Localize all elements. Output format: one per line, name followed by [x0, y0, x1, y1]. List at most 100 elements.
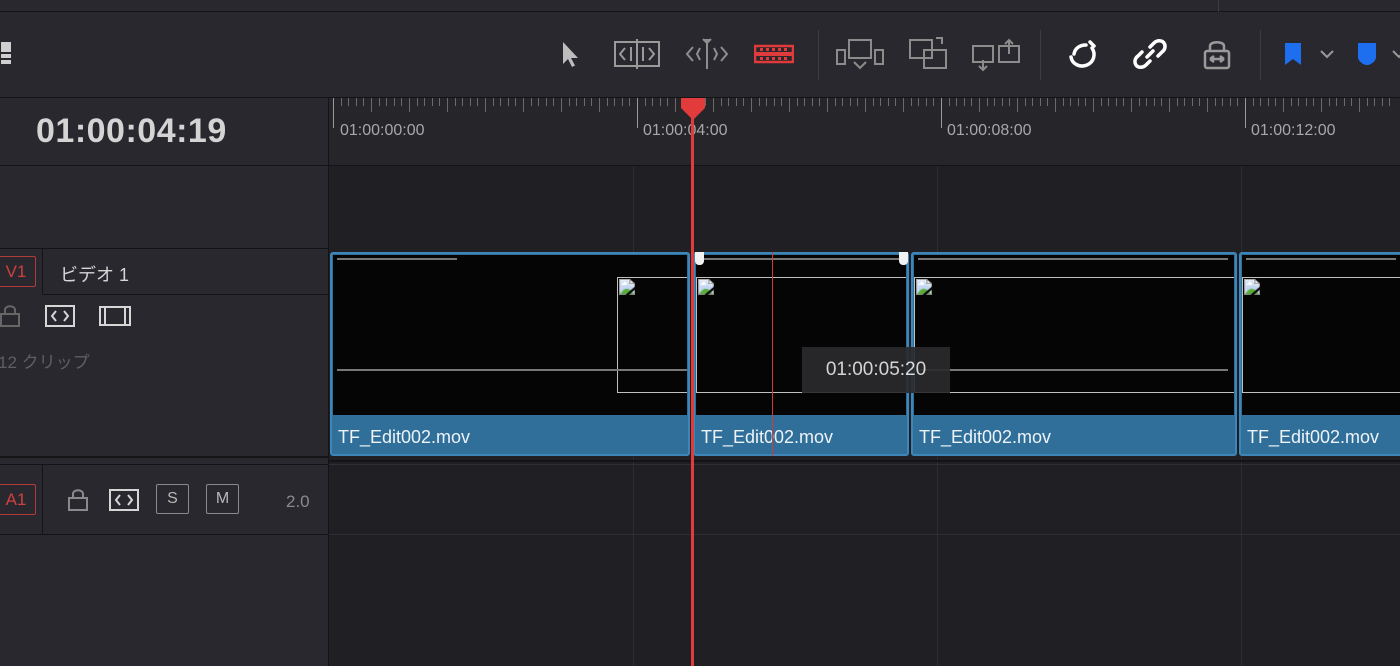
ruler-tick: [1343, 98, 1345, 106]
timeline-track-area[interactable]: TF_Edit002.mov TF_Edit002.mov TF_Edit002…: [329, 166, 1400, 666]
ruler-tick: [743, 98, 745, 106]
linked-selection-icon[interactable]: [1130, 32, 1170, 76]
snapping-magnet-icon[interactable]: [1064, 32, 1104, 76]
ruler-tick: [865, 98, 866, 112]
ruler-tick: [1055, 98, 1056, 112]
overlay-text: [918, 258, 1228, 260]
ruler-tick: [1138, 98, 1140, 106]
replace-clip-icon[interactable]: [970, 32, 1022, 76]
clip-name: TF_Edit002.mov: [701, 427, 834, 447]
mute-button[interactable]: M: [206, 484, 239, 514]
header-divider: [0, 534, 329, 535]
track-lock-icon[interactable]: [0, 304, 20, 333]
position-lock-icon[interactable]: [1198, 32, 1236, 76]
ruler-tick: [994, 98, 996, 106]
ruler-tick: [1275, 98, 1277, 106]
clip-thumbnail: [333, 255, 687, 415]
timecode-display[interactable]: 01:00:04:19: [36, 112, 227, 151]
auto-select-icon[interactable]: [44, 304, 76, 333]
clip-thumbnail: [1242, 255, 1400, 415]
ruler-tick: [933, 98, 935, 106]
ruler-tick: [1100, 98, 1102, 106]
ruler-tick: [1024, 98, 1026, 106]
flag-icon[interactable]: [1280, 32, 1306, 76]
timeline-clip[interactable]: TF_Edit002.mov: [911, 252, 1237, 456]
ruler-tick: [720, 98, 722, 106]
ruler-tick: [1290, 98, 1292, 106]
insert-clip-icon[interactable]: [834, 32, 886, 76]
timecode-tooltip: 01:00:05:20: [802, 347, 950, 393]
ruler-tick: [811, 98, 813, 106]
auto-select-icon[interactable]: [108, 488, 140, 517]
chevron-down-icon[interactable]: [1316, 32, 1338, 76]
toolbar-divider: [1040, 30, 1041, 80]
timeline-clip[interactable]: TF_Edit002.mov: [330, 252, 690, 456]
ruler-tick: [1191, 98, 1193, 106]
ruler-tick: [1032, 98, 1034, 106]
ruler-tick: [1184, 98, 1186, 106]
ruler-tick: [1115, 98, 1117, 106]
video-track-badge[interactable]: V1: [0, 256, 36, 287]
ruler-tick: [576, 98, 578, 106]
ruler-label: 01:00:12:00: [1251, 122, 1336, 139]
ruler-tick: [751, 98, 752, 112]
ruler-tick: [789, 98, 790, 112]
ruler-tick: [1359, 98, 1360, 112]
track-lock-icon[interactable]: [68, 488, 88, 517]
ruler-tick: [971, 98, 973, 106]
ruler-tick: [1351, 98, 1353, 106]
clip-thumbnail-image: [1242, 277, 1400, 393]
select-arrow-icon[interactable]: [556, 32, 584, 76]
header-divider: [42, 464, 43, 534]
playhead-handle[interactable]: [679, 96, 707, 127]
ruler-tick: [538, 98, 540, 106]
blade-position-line: [772, 252, 773, 456]
ruler-tick: [431, 98, 433, 106]
ruler-tick: [1207, 98, 1208, 112]
ruler-tick: [735, 98, 737, 106]
trim-edit-icon[interactable]: [612, 32, 662, 76]
dynamic-trim-icon[interactable]: [682, 32, 732, 76]
clip-name: TF_Edit002.mov: [338, 427, 471, 447]
overwrite-clip-icon[interactable]: [906, 32, 950, 76]
ruler-tick: [1328, 98, 1330, 106]
marker-icon[interactable]: [1354, 32, 1380, 76]
layout-icon[interactable]: [0, 32, 14, 76]
ruler-tick: [667, 98, 669, 106]
ruler-tick: [1381, 98, 1383, 106]
ruler-tick: [675, 98, 676, 112]
ruler-tick: [1077, 98, 1079, 106]
ruler-tick: [1085, 98, 1087, 106]
edit-point-handle[interactable]: [695, 252, 704, 265]
ruler-tick: [1153, 98, 1155, 106]
blade-razor-icon[interactable]: [752, 32, 796, 76]
ruler-tick: [941, 98, 942, 128]
ruler-tick: [614, 98, 616, 106]
timeline-clip[interactable]: TF_Edit002.mov: [1239, 252, 1400, 456]
ruler-tick: [842, 98, 844, 106]
chevron-down-icon[interactable]: [1390, 32, 1400, 76]
overlay-text: [700, 258, 900, 260]
ruler-tick: [804, 98, 806, 106]
ruler-tick: [386, 98, 388, 106]
edit-point-handle[interactable]: [899, 252, 908, 265]
ruler-tick: [834, 98, 836, 106]
ruler-tick: [758, 98, 760, 106]
ruler-tick: [1047, 98, 1049, 106]
ruler-tick: [393, 98, 395, 106]
video-track-name[interactable]: ビデオ 1: [60, 261, 129, 287]
solo-button[interactable]: S: [156, 484, 189, 514]
playhead-line[interactable]: [691, 106, 694, 666]
ruler-tick: [1093, 98, 1094, 112]
ruler-tick: [606, 98, 608, 106]
audio-channel-format: 2.0: [286, 492, 310, 511]
timeline-ruler[interactable]: 01:00:00:00 01:00:04:00 01:00:08:00 01:0…: [329, 98, 1400, 166]
ruler-tick: [849, 98, 851, 106]
ruler-tick: [644, 98, 646, 106]
ruler-tick: [1009, 98, 1011, 106]
ruler-tick: [1222, 98, 1224, 106]
clip-name: TF_Edit002.mov: [919, 427, 1052, 447]
ruler-tick: [333, 98, 334, 128]
audio-track-badge[interactable]: A1: [0, 484, 36, 515]
track-enable-icon[interactable]: [98, 304, 132, 333]
